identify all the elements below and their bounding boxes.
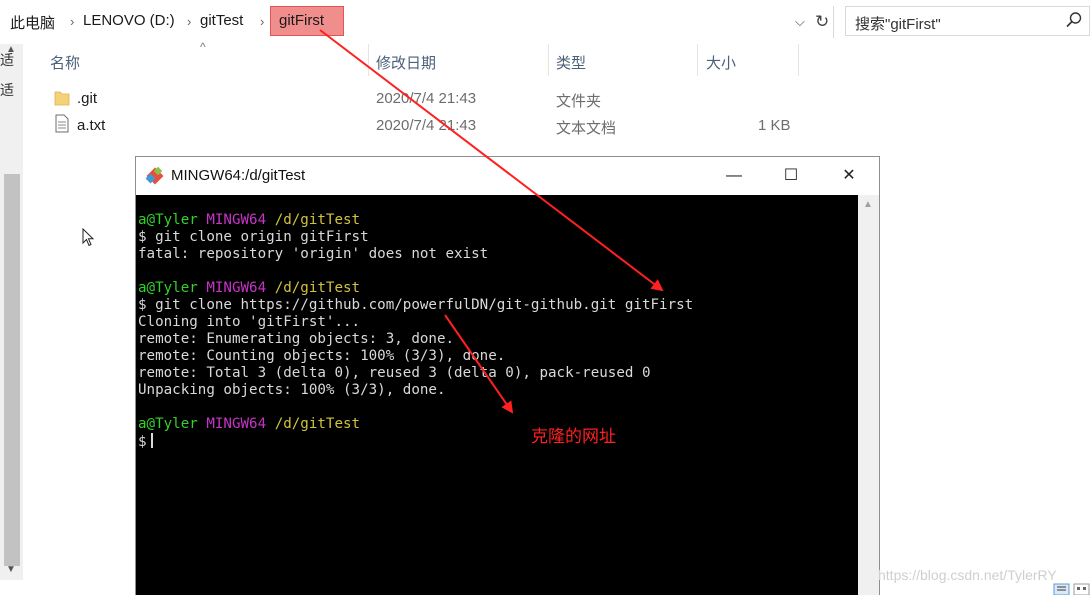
file-type: 文本文档: [556, 120, 617, 137]
file-modified: 2020/7/4 21:43: [376, 90, 477, 107]
breadcrumb-this-pc[interactable]: 此电脑: [10, 12, 55, 33]
annotation-label: 克隆的网址: [531, 427, 616, 447]
output-line: fatal: repository 'origin' does not exis…: [138, 246, 489, 262]
terminal-window[interactable]: MINGW64:/d/gitTest — ☐ ✕ a@Tyler MINGW64…: [135, 156, 880, 595]
nav-item-fragment[interactable]: 适: [0, 80, 14, 100]
command-line: $ git clone https://github.com/powerfulD…: [138, 297, 694, 313]
prompt-env: MINGW64: [206, 280, 267, 296]
prompt-line: a@Tyler MINGW64 /d/gitTest: [138, 416, 859, 433]
prompt-user: a@Tyler: [138, 212, 198, 228]
chevron-right-icon[interactable]: ›: [70, 14, 74, 29]
file-row[interactable]: a.txt 2020/7/4 21:43 文本文档 1 KB: [50, 113, 810, 139]
search-box[interactable]: 搜索"gitFirst": [845, 6, 1090, 36]
close-button[interactable]: ✕: [834, 164, 864, 188]
terminal-output[interactable]: a@Tyler MINGW64 /d/gitTest $ git clone o…: [136, 195, 859, 595]
terminal-scrollbar[interactable]: ▲: [858, 195, 879, 595]
command-line: $ git clone origin gitFirst: [138, 229, 369, 245]
output-line: remote: Counting objects: 100% (3/3), do…: [138, 348, 506, 364]
prompt-path: /d/gitTest: [274, 416, 361, 432]
prompt-user: a@Tyler: [138, 416, 198, 432]
breadcrumb-gitfirst[interactable]: gitFirst: [279, 12, 324, 29]
prompt-path: /d/gitTest: [274, 280, 361, 296]
search-input[interactable]: 搜索"gitFirst": [855, 13, 941, 34]
scrollbar-thumb[interactable]: [4, 174, 20, 566]
column-divider[interactable]: [798, 44, 799, 76]
refresh-icon[interactable]: ↻: [815, 12, 829, 32]
minimize-button[interactable]: —: [719, 164, 749, 188]
prompt-line: a@Tyler MINGW64 /d/gitTest: [138, 212, 859, 229]
output-line: Cloning into 'gitFirst'...: [138, 314, 361, 330]
column-header-modified[interactable]: 修改日期: [376, 52, 436, 73]
file-type: 文件夹: [556, 93, 602, 110]
prompt-user: a@Tyler: [138, 280, 198, 296]
terminal-titlebar[interactable]: MINGW64:/d/gitTest — ☐ ✕: [136, 157, 879, 195]
column-header-name[interactable]: 名称: [50, 52, 80, 73]
prompt-symbol: $: [138, 434, 147, 450]
git-logo-icon: [145, 166, 164, 185]
file-modified: 2020/7/4 21:43: [376, 117, 477, 134]
sort-ascending-icon: ^: [200, 40, 206, 54]
file-name[interactable]: a.txt: [77, 117, 105, 134]
file-name[interactable]: .git: [77, 90, 97, 107]
search-icon[interactable]: [1065, 11, 1083, 29]
nav-item-fragment[interactable]: 适: [0, 50, 14, 70]
text-file-icon: [55, 114, 69, 133]
text-cursor: [150, 433, 153, 448]
chevron-right-icon[interactable]: ›: [187, 14, 191, 29]
output-line: Unpacking objects: 100% (3/3), done.: [138, 382, 446, 398]
address-bar[interactable]: 此电脑 › LENOVO (D:) › gitTest › gitFirst ⌵…: [0, 6, 834, 38]
output-line: remote: Total 3 (delta 0), reused 3 (del…: [138, 365, 651, 381]
file-size: 1 KB: [758, 117, 791, 134]
column-divider[interactable]: [697, 44, 698, 76]
folder-icon: [54, 91, 70, 106]
column-header-size[interactable]: 大小: [706, 52, 736, 73]
prompt-env: MINGW64: [206, 212, 267, 228]
column-divider[interactable]: [368, 44, 369, 76]
maximize-button[interactable]: ☐: [776, 164, 806, 188]
file-row[interactable]: .git 2020/7/4 21:43 文件夹: [50, 86, 810, 112]
prompt-path: /d/gitTest: [274, 212, 361, 228]
mouse-pointer-icon: [82, 228, 95, 247]
prompt-env: MINGW64: [206, 416, 267, 432]
watermark: https://blog.csdn.net/TylerRY: [878, 567, 1057, 583]
breadcrumb-gittest[interactable]: gitTest: [200, 12, 243, 29]
chevron-right-icon[interactable]: ›: [260, 14, 264, 29]
column-divider[interactable]: [548, 44, 549, 76]
scroll-up-icon[interactable]: ▲: [863, 199, 873, 210]
chevron-down-icon[interactable]: ⌵: [795, 14, 805, 30]
input-line[interactable]: $: [138, 433, 859, 450]
terminal-title: MINGW64:/d/gitTest: [171, 167, 306, 184]
navigation-pane-scrollbar[interactable]: ▲ ▼: [0, 44, 23, 580]
output-line: remote: Enumerating objects: 3, done.: [138, 331, 455, 347]
prompt-line: a@Tyler MINGW64 /d/gitTest: [138, 280, 859, 297]
breadcrumb-drive[interactable]: LENOVO (D:): [83, 12, 175, 29]
scroll-down-icon[interactable]: ▼: [6, 564, 16, 575]
column-header-type[interactable]: 类型: [556, 52, 586, 73]
view-toggle-icons[interactable]: [1053, 583, 1090, 595]
